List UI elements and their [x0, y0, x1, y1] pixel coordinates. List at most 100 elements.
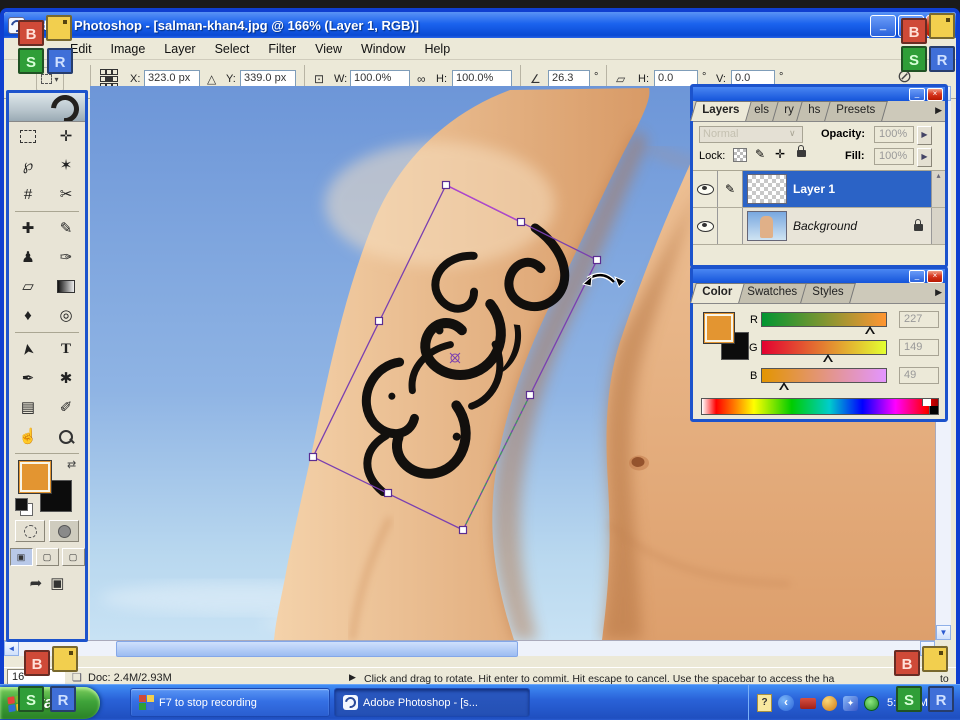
hand-tool[interactable]: ☝ — [9, 422, 47, 451]
gradient-tool[interactable] — [47, 272, 85, 301]
transform-handle-left[interactable] — [310, 454, 317, 461]
background-layer-area[interactable]: Background — [743, 208, 931, 244]
transform-handle-right[interactable] — [594, 257, 601, 264]
transform-handle-top[interactable] — [443, 182, 450, 189]
slice-tool[interactable]: ✂ — [47, 180, 85, 209]
scrollbar-thumb[interactable] — [116, 641, 518, 657]
green-slider-handle[interactable] — [823, 354, 833, 362]
lock-image-icon[interactable]: ✎ — [755, 147, 765, 161]
red-slider-track[interactable] — [761, 312, 887, 327]
menu-help[interactable]: Help — [424, 42, 450, 56]
y-position-input[interactable]: 339.0 px — [240, 70, 296, 87]
healing-brush-tool[interactable]: ✚ — [9, 214, 47, 243]
eraser-tool[interactable]: ▱ — [9, 272, 47, 301]
red-value-input[interactable]: 227 — [899, 311, 939, 328]
zoom-tool[interactable] — [47, 422, 85, 451]
menu-filter[interactable]: Filter — [268, 42, 296, 56]
red-slider-handle[interactable] — [865, 326, 875, 334]
blue-slider-track[interactable] — [761, 368, 887, 383]
move-tool[interactable]: ✛ — [47, 122, 85, 151]
type-tool[interactable]: T — [47, 335, 85, 364]
opacity-slider-icon[interactable]: ▶ — [917, 126, 932, 145]
transform-handle-mid-tr[interactable] — [518, 219, 525, 226]
horizontal-scrollbar[interactable]: ◄ ► — [4, 640, 935, 656]
taskbar-button-photoshop[interactable]: Adobe Photoshop - [s... — [334, 688, 530, 717]
transform-handle-mid-tl[interactable] — [376, 318, 383, 325]
tab-swatches[interactable]: Swatches — [735, 283, 810, 303]
menu-window[interactable]: Window — [361, 42, 405, 56]
brush-tool[interactable]: ✎ — [47, 214, 85, 243]
quick-mask-mode-button[interactable] — [49, 520, 79, 542]
tab-styles[interactable]: Styles — [800, 283, 856, 303]
notes-tool[interactable]: ▤ — [9, 393, 47, 422]
color-spectrum-ramp[interactable] — [701, 398, 939, 415]
opacity-value[interactable]: 100% — [874, 126, 914, 143]
clone-stamp-tool[interactable]: ♟ — [9, 243, 47, 272]
standard-screen-mode-button[interactable]: ▣ — [10, 548, 33, 566]
menu-edit[interactable]: Edit — [70, 42, 92, 56]
dodge-tool[interactable]: ◎ — [47, 301, 85, 330]
taskbar-button-recorder[interactable]: F7 to stop recording — [130, 688, 330, 717]
blue-value-input[interactable]: 49 — [899, 367, 939, 384]
blur-tool[interactable]: ♦ — [9, 301, 47, 330]
tab-presets[interactable]: Presets — [824, 101, 888, 121]
green-value-input[interactable]: 149 — [899, 339, 939, 356]
path-selection-tool[interactable]: ➤ — [9, 335, 47, 364]
scroll-left-icon[interactable]: ◄ — [4, 641, 19, 656]
fullscreen-menubar-mode-button[interactable]: ▢ — [36, 548, 59, 566]
layers-scrollbar[interactable] — [931, 208, 945, 244]
fill-value[interactable]: 100% — [874, 148, 914, 165]
title-bar[interactable]: Adobe Photoshop - [salman-khan4.jpg @ 16… — [4, 12, 956, 38]
eyedropper-tool[interactable]: ✐ — [47, 393, 85, 422]
history-brush-tool[interactable]: ✑ — [47, 243, 85, 272]
transform-handle-mid-br[interactable] — [527, 392, 534, 399]
layer-row-background[interactable]: Background — [693, 208, 945, 245]
white-cap[interactable] — [922, 399, 931, 406]
layers-palette-titlebar[interactable]: _ × — [693, 87, 945, 101]
blue-app-tray-icon[interactable]: ✦ — [843, 696, 858, 711]
layer1-selected-area[interactable]: Layer 1 — [743, 171, 931, 207]
minimize-button[interactable]: _ — [870, 15, 896, 37]
tab-color[interactable]: Color — [690, 283, 745, 303]
palette-menu-icon[interactable]: ▶ — [935, 105, 942, 116]
camcorder-tray-icon[interactable] — [800, 698, 816, 709]
tab-layers[interactable]: Layers — [690, 101, 752, 121]
palette-minimize-button[interactable]: _ — [909, 270, 925, 283]
blue-slider-handle[interactable] — [779, 382, 789, 390]
visibility-toggle[interactable] — [693, 171, 718, 207]
layer-row-layer1[interactable]: ✎ Layer 1 ▴ — [693, 171, 945, 208]
background-thumbnail[interactable] — [747, 211, 787, 241]
help-tray-icon[interactable]: ? — [757, 694, 772, 712]
palette-minimize-button[interactable]: _ — [909, 88, 925, 101]
standard-mode-button[interactable] — [15, 520, 45, 542]
fill-slider-icon[interactable]: ▶ — [917, 148, 932, 167]
blend-mode-dropdown[interactable]: Normal — [699, 126, 803, 143]
lasso-tool[interactable]: ℘ — [9, 151, 47, 180]
menu-layer[interactable]: Layer — [164, 42, 195, 56]
menu-select[interactable]: Select — [215, 42, 250, 56]
lock-all-icon[interactable] — [797, 150, 806, 157]
transform-handle-mid-bl[interactable] — [385, 490, 392, 497]
transform-handle-bottom[interactable] — [460, 527, 467, 534]
magic-wand-tool[interactable]: ✶ — [47, 151, 85, 180]
link-column[interactable] — [718, 208, 743, 244]
menu-image[interactable]: Image — [111, 42, 146, 56]
palette-close-button[interactable]: × — [927, 270, 943, 283]
default-colors-icon[interactable] — [15, 498, 28, 511]
scroll-down-icon[interactable]: ▼ — [936, 625, 951, 640]
menu-view[interactable]: View — [315, 42, 342, 56]
lock-position-icon[interactable]: ✛ — [775, 147, 785, 161]
palette-close-button[interactable]: × — [927, 88, 943, 101]
swap-colors-icon[interactable]: ⇄ — [67, 458, 76, 471]
document-size-label[interactable]: Doc: 2.4M/2.93M — [88, 672, 172, 684]
jump-to-imageready-icon[interactable]: ➦ — [30, 574, 43, 592]
pen-tool[interactable]: ✒ — [9, 364, 47, 393]
foreground-color-swatch[interactable] — [18, 460, 52, 494]
rectangular-marquee-tool[interactable] — [9, 122, 47, 151]
black-cap[interactable] — [929, 406, 938, 414]
rotation-angle-input[interactable]: 26.3 — [548, 70, 590, 87]
layer1-thumbnail[interactable] — [747, 174, 787, 204]
relative-position-icon[interactable]: △ — [207, 72, 216, 86]
status-menu-arrow-icon[interactable]: ▶ — [349, 672, 356, 683]
toolbox-header-art[interactable] — [9, 93, 85, 122]
